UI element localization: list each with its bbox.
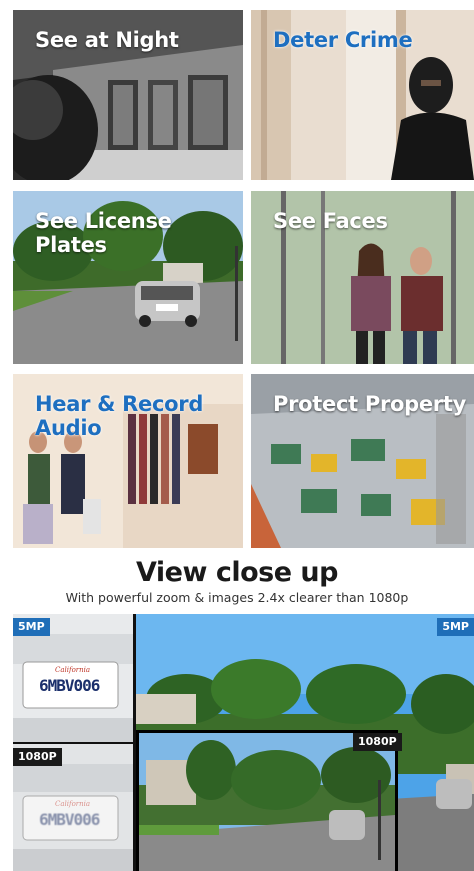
resolution-comparison: California 6MBV006 California 6MBV006 5M… <box>13 614 474 871</box>
panel-divider <box>133 614 136 871</box>
tile-label: See Faces <box>273 209 388 233</box>
section-title: View close up <box>136 557 338 588</box>
tile-label: Deter Crime <box>273 28 413 52</box>
tile-label: Protect Property <box>273 392 466 416</box>
tile-see-at-night[interactable]: See at Night <box>13 10 243 180</box>
plate-state-1080p: California <box>55 800 91 808</box>
tile-label: See License Plates <box>35 209 172 257</box>
badge-5mp-right: 5MP <box>437 618 474 636</box>
tile-label: Hear & Record Audio <box>35 392 204 440</box>
badge-5mp-left: 5MP <box>13 618 50 636</box>
plate-text-1080p: 6MBV006 <box>39 810 100 829</box>
tile-label: See at Night <box>35 28 179 52</box>
tile-see-faces[interactable]: See Faces <box>251 191 474 364</box>
tile-protect-property[interactable]: Protect Property <box>251 374 474 548</box>
section-subtitle: With powerful zoom & images 2.4x clearer… <box>65 590 409 605</box>
plate-text-5mp: 6MBV006 <box>39 676 100 695</box>
tile-hear-record-audio[interactable]: Hear & Record Audio <box>13 374 243 548</box>
badge-1080p-left: 1080P <box>13 748 62 766</box>
tile-deter-crime[interactable]: Deter Crime <box>251 10 474 180</box>
street-1080p-inset-image <box>136 730 398 871</box>
plate-state-5mp: California <box>55 666 91 674</box>
tile-see-license-plates[interactable]: See License Plates <box>13 191 243 364</box>
badge-1080p-inset: 1080P <box>353 733 402 751</box>
view-close-up-section: View close up With powerful zoom & image… <box>0 556 474 606</box>
